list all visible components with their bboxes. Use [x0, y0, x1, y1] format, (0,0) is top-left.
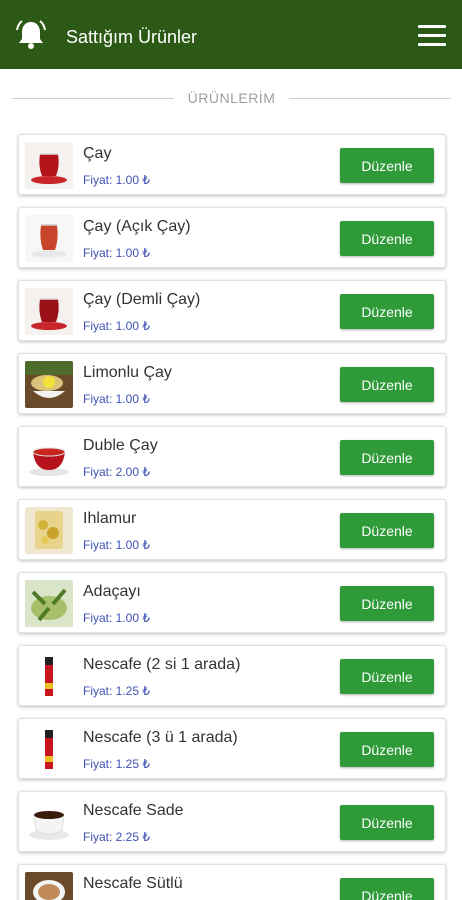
product-name: Çay — [83, 145, 112, 162]
product-card[interactable]: Nescafe Sütlü Düzenle — [18, 864, 446, 900]
product-card[interactable]: Adaçayı Fiyat: 1.00 ₺ Düzenle — [18, 572, 446, 633]
section-header: ÜRÜNLERİM — [0, 88, 462, 110]
edit-button[interactable]: Düzenle — [340, 294, 434, 329]
product-image — [25, 288, 73, 335]
product-image — [25, 726, 73, 773]
product-image — [25, 142, 73, 189]
product-image — [25, 872, 73, 900]
product-price: Fiyat: 2.00 ₺ — [83, 465, 150, 479]
product-price: Fiyat: 1.00 ₺ — [83, 538, 150, 552]
edit-button[interactable]: Düzenle — [340, 221, 434, 256]
edit-button[interactable]: Düzenle — [340, 659, 434, 694]
product-image — [25, 799, 73, 846]
product-name: Çay (Demli Çay) — [83, 291, 201, 308]
product-image — [25, 434, 73, 481]
section-title: ÜRÜNLERİM — [187, 90, 276, 106]
product-price: Fiyat: 1.00 ₺ — [83, 392, 150, 406]
hamburger-menu-icon[interactable] — [418, 25, 446, 47]
divider-left — [12, 98, 174, 99]
product-image — [25, 580, 73, 627]
product-price: Fiyat: 1.25 ₺ — [83, 757, 150, 771]
product-price: Fiyat: 1.25 ₺ — [83, 684, 150, 698]
product-name: Adaçayı — [83, 583, 141, 600]
product-price: Fiyat: 1.00 ₺ — [83, 319, 150, 333]
product-name: Nescafe (2 si 1 arada) — [83, 656, 241, 673]
product-card[interactable]: Çay Fiyat: 1.00 ₺ Düzenle — [18, 134, 446, 195]
product-image — [25, 653, 73, 700]
product-card[interactable]: Limonlu Çay Fiyat: 1.00 ₺ Düzenle — [18, 353, 446, 414]
product-card[interactable]: Duble Çay Fiyat: 2.00 ₺ Düzenle — [18, 426, 446, 487]
product-price: Fiyat: 1.00 ₺ — [83, 611, 150, 625]
product-card[interactable]: Nescafe (2 si 1 arada) Fiyat: 1.25 ₺ Düzen… — [18, 645, 446, 706]
product-price: Fiyat: 2.25 ₺ — [83, 830, 150, 844]
edit-button[interactable]: Düzenle — [340, 586, 434, 621]
product-list: Çay Fiyat: 1.00 ₺ Düzenle Çay (Açık Çay) Fiy… — [18, 134, 446, 900]
bell-icon[interactable] — [14, 18, 48, 52]
product-name: Nescafe Sade — [83, 802, 184, 819]
divider-right — [289, 98, 451, 99]
app-title: Sattığım Ürünler — [66, 27, 198, 47]
product-name: Duble Çay — [83, 437, 158, 454]
edit-button[interactable]: Düzenle — [340, 440, 434, 475]
product-image — [25, 361, 73, 408]
edit-button[interactable]: Düzenle — [340, 805, 434, 840]
product-card[interactable]: Çay (Açık Çay) Fiyat: 1.00 ₺ Düzenle — [18, 207, 446, 268]
edit-button[interactable]: Düzenle — [340, 732, 434, 767]
product-name: Ihlamur — [83, 510, 137, 527]
product-card[interactable]: Nescafe (3 ü 1 arada) Fiyat: 1.25 ₺ Düzenl… — [18, 718, 446, 779]
product-name: Limonlu Çay — [83, 364, 172, 381]
product-card[interactable]: Nescafe Sade Fiyat: 2.25 ₺ Düzenle — [18, 791, 446, 852]
product-image — [25, 215, 73, 262]
product-card[interactable]: Çay (Demli Çay) Fiyat: 1.00 ₺ Düzenle — [18, 280, 446, 341]
edit-button[interactable]: Düzenle — [340, 878, 434, 900]
edit-button[interactable]: Düzenle — [340, 148, 434, 183]
product-name: Çay (Açık Çay) — [83, 218, 191, 235]
product-name: Nescafe Sütlü — [83, 875, 183, 892]
product-price: Fiyat: 1.00 ₺ — [83, 246, 150, 260]
product-card[interactable]: Ihlamur Fiyat: 1.00 ₺ Düzenle — [18, 499, 446, 560]
edit-button[interactable]: Düzenle — [340, 367, 434, 402]
product-price: Fiyat: 1.00 ₺ — [83, 173, 150, 187]
app-bar: Sattığım Ürünler — [0, 0, 462, 69]
edit-button[interactable]: Düzenle — [340, 513, 434, 548]
product-image — [25, 507, 73, 554]
product-name: Nescafe (3 ü 1 arada) — [83, 729, 238, 746]
